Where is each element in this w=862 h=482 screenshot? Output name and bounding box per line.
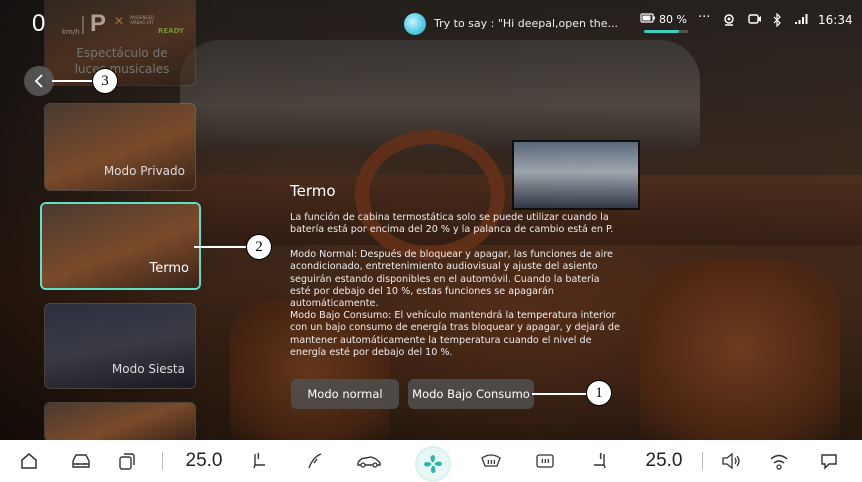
modo-bajo-consumo-button[interactable]: Modo Bajo Consumo <box>408 379 534 409</box>
fan-icon <box>424 455 442 473</box>
divider <box>702 452 703 470</box>
voice-assistant[interactable]: Try to say : "Hi deepal,open the... <box>404 12 618 38</box>
temperature-right[interactable]: 25.0 <box>638 448 690 474</box>
description-paragraph: Modo Bajo Consumo: El vehículo mantendrá… <box>290 310 620 358</box>
description-paragraph: La función de cabina termostática solo s… <box>290 212 614 236</box>
clock: 16:34 <box>818 13 853 27</box>
chevron-left-icon <box>34 74 43 88</box>
more-icon[interactable]: ··· <box>698 10 710 25</box>
seat-heat-left-icon[interactable] <box>245 448 275 474</box>
modo-normal-button[interactable]: Modo normal <box>291 379 399 409</box>
front-defrost-icon[interactable] <box>476 448 506 474</box>
battery-percent: 80 % <box>659 13 687 26</box>
location-icon <box>722 13 736 30</box>
sidebar-item-label: Modo Siesta <box>111 362 185 376</box>
car-icon[interactable] <box>66 448 96 474</box>
battery-level-bar <box>644 30 688 33</box>
voice-assistant-icon[interactable] <box>404 13 426 35</box>
car-side-icon[interactable] <box>352 448 386 474</box>
callout-2: 2 <box>246 234 272 260</box>
bluetooth-icon <box>772 12 782 30</box>
callout-line <box>194 246 246 248</box>
message-icon[interactable] <box>814 448 844 474</box>
temperature-left[interactable]: 25.0 <box>178 448 230 474</box>
volume-icon[interactable] <box>716 448 746 474</box>
callout-line <box>52 80 92 82</box>
sidebar-item-termo[interactable]: Termo <box>40 202 201 290</box>
camera-icon <box>748 13 762 28</box>
sidebar-item-label: Espectáculo de luces musicales <box>74 46 170 76</box>
home-icon[interactable] <box>16 448 42 474</box>
callout-3: 3 <box>92 68 118 94</box>
sidebar-item-modo-siesta[interactable]: Modo Siesta <box>44 303 196 389</box>
divider <box>162 452 163 470</box>
sidebar-item-modo-privado[interactable]: Modo Privado <box>44 103 196 191</box>
description-paragraph: Modo Normal: Después de bloquear y apaga… <box>290 249 613 310</box>
callout-1: 1 <box>586 380 612 406</box>
apps-icon[interactable] <box>112 448 142 474</box>
fan-button[interactable] <box>417 448 449 480</box>
steering-settings-icon[interactable] <box>764 448 794 474</box>
page-title: Termo <box>290 182 336 200</box>
thumbnail <box>45 403 195 441</box>
back-button[interactable] <box>24 66 54 96</box>
rear-defrost-icon[interactable] <box>530 448 560 474</box>
seat-heat-right-icon[interactable] <box>584 448 614 474</box>
sidebar-item-next[interactable] <box>44 402 196 442</box>
wiper-icon[interactable] <box>300 448 330 474</box>
battery-icon <box>640 13 656 26</box>
sidebar-item-label: Termo <box>149 261 189 276</box>
voice-hint: Try to say : "Hi deepal,open the... <box>434 17 619 30</box>
signal-icon <box>794 13 808 28</box>
sidebar-item-label: Modo Privado <box>103 164 185 178</box>
callout-line <box>532 393 586 395</box>
sidebar-item-luces-musicales[interactable]: Espectáculo de luces musicales <box>44 0 196 86</box>
